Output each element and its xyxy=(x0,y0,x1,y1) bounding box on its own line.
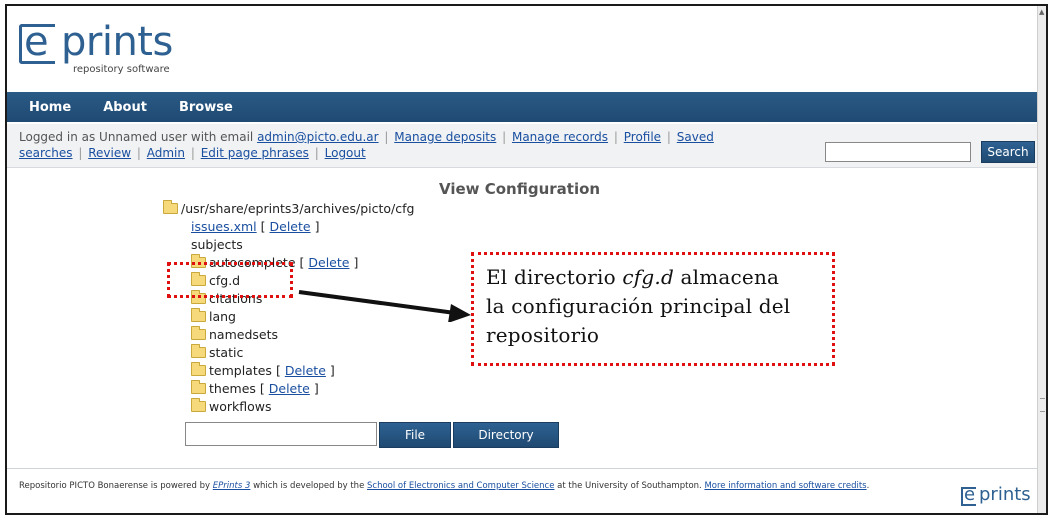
folder-name: static xyxy=(209,345,244,360)
footer-text-2: which is developed by the xyxy=(250,481,367,491)
footer-text-4: . xyxy=(866,481,870,491)
footer-text-3: at the University of Southampton. xyxy=(554,481,705,491)
browser-page: e prints repository software Home About … xyxy=(5,4,1048,515)
folder-name: themes xyxy=(209,381,256,396)
bracket-close: ] xyxy=(329,363,335,378)
separator: | xyxy=(190,146,195,160)
issues-xml-link[interactable]: issues.xml xyxy=(191,219,257,234)
logo-e: e xyxy=(964,484,976,505)
ecs-link[interactable]: School of Electronics and Computer Scien… xyxy=(367,481,554,491)
new-directory-button[interactable]: Directory xyxy=(453,422,559,448)
annotation-callout: El directorio cfg.d almacena la configur… xyxy=(471,252,835,366)
eprints-logo[interactable]: e prints repository software xyxy=(17,18,217,84)
bracket-close: ] xyxy=(353,255,359,270)
separator: | xyxy=(502,130,507,144)
logo-wordmark: prints xyxy=(979,484,1031,505)
bracket-close: ] xyxy=(314,219,320,234)
footer-text-1: Repositorio PICTO Bonaerense is powered … xyxy=(19,481,213,491)
scroll-thumb[interactable] xyxy=(1040,398,1045,412)
tree-item-templates[interactable]: templates [ Delete ] xyxy=(191,362,335,380)
delete-templates-link[interactable]: Delete xyxy=(285,363,326,378)
more-information-link[interactable]: More information and software credits xyxy=(704,481,866,491)
saved-searches-link-part2[interactable]: searches xyxy=(19,146,73,160)
separator: | xyxy=(384,130,389,144)
bracket-open: [ xyxy=(259,381,265,396)
nav-home[interactable]: Home xyxy=(29,100,71,115)
tree-item-themes[interactable]: themes [ Delete ] xyxy=(191,380,319,398)
footer-divider xyxy=(7,468,1039,469)
eprints3-link[interactable]: EPrints 3 xyxy=(213,481,251,491)
user-email-link[interactable]: admin@picto.edu.ar xyxy=(257,130,379,144)
tree-item-lang[interactable]: lang xyxy=(191,308,236,326)
separator: | xyxy=(314,146,319,160)
login-status: Logged in as Unnamed user with email adm… xyxy=(19,129,809,161)
delete-themes-link[interactable]: Delete xyxy=(269,381,310,396)
folder-name: workflows xyxy=(209,399,272,414)
bracket-open: [ xyxy=(260,219,266,234)
manage-records-link[interactable]: Manage records xyxy=(512,130,608,144)
separator: | xyxy=(78,146,83,160)
edit-page-phrases-link[interactable]: Edit page phrases xyxy=(201,146,309,160)
annotation-highlight-box xyxy=(167,262,293,298)
manage-deposits-link[interactable]: Manage deposits xyxy=(394,130,496,144)
logo-e: e xyxy=(24,19,49,65)
delete-issues-xml-link[interactable]: Delete xyxy=(270,219,311,234)
page-title: View Configuration xyxy=(439,180,601,198)
main-nav: Home About Browse xyxy=(7,92,1039,122)
nav-about[interactable]: About xyxy=(103,100,147,115)
tree-item-static[interactable]: static xyxy=(191,344,243,362)
separator: | xyxy=(136,146,141,160)
callout-text-1b: almacena xyxy=(673,265,780,289)
tree-root[interactable]: /usr/share/eprints3/archives/picto/cfg xyxy=(163,200,414,218)
login-bar: Logged in as Unnamed user with email adm… xyxy=(7,124,1039,168)
new-file-button[interactable]: File xyxy=(379,422,451,448)
tree-root-path: /usr/share/eprints3/archives/picto/cfg xyxy=(181,201,415,216)
folder-icon xyxy=(191,326,206,340)
footer-credits: Repositorio PICTO Bonaerense is powered … xyxy=(19,480,949,493)
tree-item-workflows[interactable]: workflows xyxy=(191,398,272,416)
tree-item-namedsets[interactable]: namedsets xyxy=(191,326,278,344)
folder-icon xyxy=(191,344,206,358)
subjects-label: subjects xyxy=(191,237,243,252)
review-link[interactable]: Review xyxy=(88,146,131,160)
callout-text-1a: El directorio xyxy=(486,265,623,289)
folder-icon xyxy=(191,308,206,322)
callout-text-3: repositorio xyxy=(486,323,600,347)
folder-icon xyxy=(191,398,206,412)
logo-subtitle: repository software xyxy=(73,64,170,75)
tree-item-subjects: subjects xyxy=(191,236,243,254)
scroll-up-arrow-icon[interactable]: ▲ xyxy=(1039,8,1044,16)
nav-browse[interactable]: Browse xyxy=(179,100,233,115)
vertical-scrollbar[interactable]: ▲ xyxy=(1037,6,1046,513)
search-input[interactable] xyxy=(825,142,971,162)
bracket-open: [ xyxy=(275,363,281,378)
bracket-close: ] xyxy=(313,381,319,396)
folder-icon xyxy=(191,362,206,376)
logo-wordmark: prints xyxy=(61,19,173,65)
saved-searches-link-part1[interactable]: Saved xyxy=(677,130,714,144)
folder-open-icon xyxy=(163,200,178,214)
separator: | xyxy=(666,130,671,144)
separator: | xyxy=(613,130,618,144)
site-header: e prints repository software xyxy=(7,6,1039,88)
folder-icon xyxy=(191,380,206,394)
login-prefix: Logged in as Unnamed user with email xyxy=(19,130,258,144)
tree-item-issues-xml: issues.xml [ Delete ] xyxy=(191,218,319,236)
logout-link[interactable]: Logout xyxy=(325,146,366,160)
bracket-open: [ xyxy=(299,255,305,270)
upload-name-input[interactable] xyxy=(185,422,377,446)
delete-autocomplete-link[interactable]: Delete xyxy=(308,255,349,270)
footer-eprints-logo[interactable]: e prints xyxy=(961,484,1041,510)
folder-name: templates xyxy=(209,363,272,378)
admin-link[interactable]: Admin xyxy=(147,146,185,160)
search-button[interactable]: Search xyxy=(981,141,1035,163)
callout-text-2: la configuración principal del xyxy=(486,294,791,318)
annotation-arrow-icon xyxy=(298,290,471,322)
folder-name: lang xyxy=(209,309,236,324)
callout-emphasis: cfg.d xyxy=(622,265,674,289)
folder-name: namedsets xyxy=(209,327,279,342)
profile-link[interactable]: Profile xyxy=(624,130,661,144)
